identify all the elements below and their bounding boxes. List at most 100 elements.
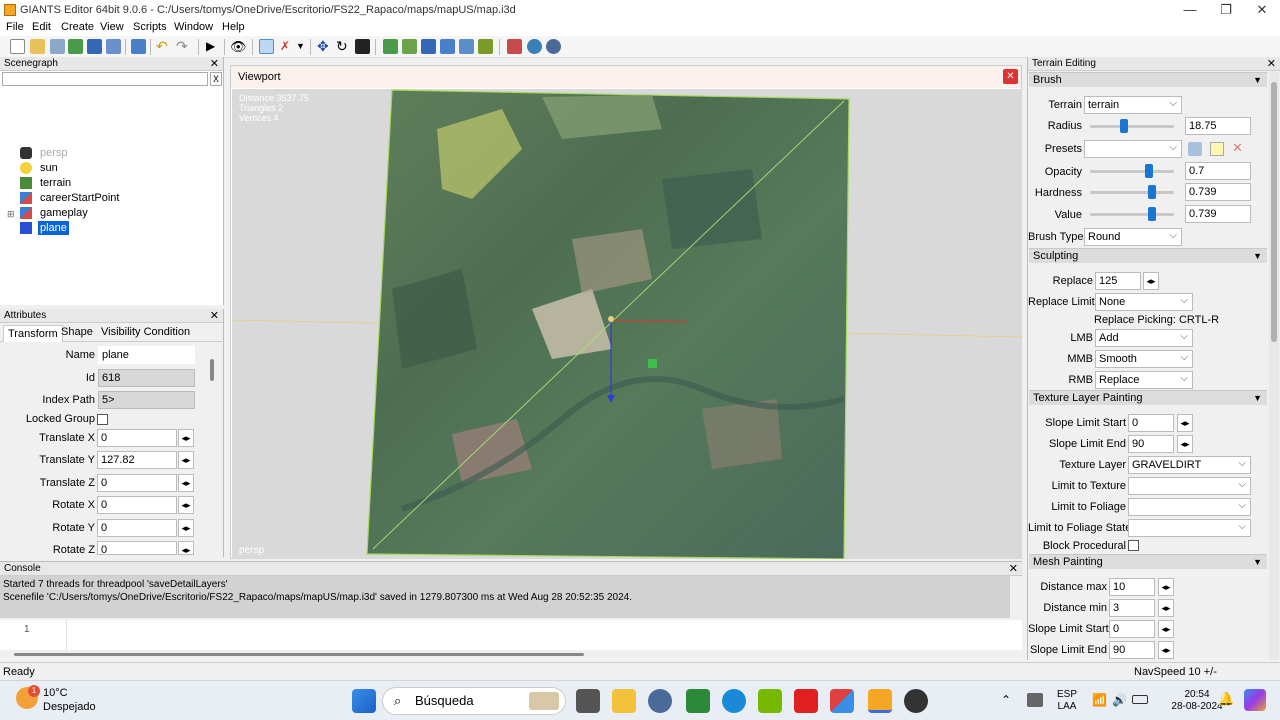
console-scrollbar[interactable] bbox=[14, 653, 584, 656]
menu-file[interactable]: File bbox=[6, 21, 24, 33]
distance-max-input[interactable]: 10 bbox=[1109, 578, 1155, 596]
slope-end-stepper[interactable]: ◂▸ bbox=[1177, 435, 1193, 453]
terrain-sculpt-icon[interactable] bbox=[383, 39, 398, 54]
value-slider-thumb[interactable] bbox=[1148, 207, 1157, 221]
viewport-3d[interactable]: Distance 3537.75 Triangles 2 Vertices 4 … bbox=[232, 89, 1022, 559]
new-preset-icon[interactable] bbox=[1210, 142, 1224, 156]
replace-limit-select[interactable]: None bbox=[1095, 293, 1193, 311]
volume-icon[interactable]: 🔊 bbox=[1112, 693, 1127, 707]
xbox-icon[interactable] bbox=[686, 689, 710, 713]
edit-file-icon[interactable] bbox=[50, 39, 65, 54]
chevron-down-icon[interactable]: ▼ bbox=[296, 39, 311, 54]
locked-group-checkbox[interactable] bbox=[97, 414, 108, 425]
mesh-slope-end-stepper[interactable]: ◂▸ bbox=[1158, 641, 1174, 659]
tab-visibility-condition[interactable]: Visibility Condition bbox=[101, 326, 190, 338]
lmb-select[interactable]: Add bbox=[1095, 329, 1193, 347]
scale-icon[interactable] bbox=[355, 39, 370, 54]
decal-paint-icon[interactable] bbox=[459, 39, 474, 54]
translate-z-stepper[interactable]: ◂▸ bbox=[178, 474, 194, 492]
slope-start-stepper[interactable]: ◂▸ bbox=[1177, 414, 1193, 432]
delete-preset-icon[interactable]: ✕ bbox=[1232, 140, 1243, 156]
close-icon[interactable]: ✕ bbox=[1267, 57, 1276, 71]
settings-gear-icon[interactable] bbox=[648, 689, 672, 713]
weather-desc[interactable]: Despejado bbox=[43, 701, 96, 713]
rmb-select[interactable]: Replace bbox=[1095, 371, 1193, 389]
limit-foliage-state-select[interactable] bbox=[1128, 519, 1251, 537]
redo-icon[interactable]: ↷ bbox=[176, 39, 191, 54]
undo-icon[interactable]: ↶ bbox=[156, 39, 171, 54]
radius-input[interactable]: 18.75 bbox=[1185, 117, 1251, 135]
close-icon[interactable]: ✕ bbox=[210, 57, 219, 71]
rotate-icon[interactable]: ↻ bbox=[336, 39, 351, 54]
close-icon[interactable]: ✕ bbox=[210, 309, 219, 323]
translate-y-stepper[interactable]: ◂▸ bbox=[178, 451, 194, 469]
gizmo-center-handle[interactable] bbox=[648, 359, 657, 368]
distance-max-stepper[interactable]: ◂▸ bbox=[1158, 578, 1174, 596]
mesh-slope-start-input[interactable]: 0 bbox=[1109, 620, 1155, 638]
close-icon[interactable]: ✕ bbox=[1003, 69, 1018, 84]
menu-create[interactable]: Create bbox=[61, 21, 94, 33]
texture-painting-section-header[interactable]: Texture Layer Painting ▼ bbox=[1029, 390, 1267, 405]
start-windows-icon[interactable] bbox=[352, 689, 376, 713]
sculpting-section-header[interactable]: Sculpting ▼ bbox=[1029, 248, 1267, 263]
translate-y-input[interactable]: 127.82 bbox=[97, 451, 177, 469]
task-view-icon[interactable] bbox=[576, 689, 600, 713]
opacity-slider-thumb[interactable] bbox=[1144, 164, 1153, 178]
menu-edit[interactable]: Edit bbox=[32, 21, 51, 33]
open-file-icon[interactable] bbox=[30, 39, 45, 54]
terrain-panel-scrollbar[interactable] bbox=[1269, 72, 1279, 660]
select-mode-icon[interactable] bbox=[259, 39, 274, 54]
save-preset-icon[interactable] bbox=[1188, 142, 1202, 156]
nvidia-icon[interactable] bbox=[758, 689, 782, 713]
globe-icon[interactable] bbox=[546, 39, 561, 54]
copilot-icon[interactable] bbox=[1244, 689, 1266, 711]
limit-texture-select[interactable] bbox=[1128, 477, 1251, 495]
radius-slider[interactable] bbox=[1090, 125, 1174, 128]
tray-app-icon[interactable] bbox=[1027, 693, 1043, 707]
edge-browser-icon[interactable] bbox=[722, 689, 746, 713]
tab-transform[interactable]: Transform bbox=[3, 325, 63, 342]
opacity-input[interactable]: 0.7 bbox=[1185, 162, 1251, 180]
brush-type-select[interactable]: Round bbox=[1084, 228, 1182, 246]
rotate-y-input[interactable]: 0 bbox=[97, 519, 177, 537]
hardness-slider-thumb[interactable] bbox=[1148, 185, 1157, 199]
reload-icon[interactable] bbox=[68, 39, 83, 54]
rotate-x-stepper[interactable]: ◂▸ bbox=[178, 496, 194, 514]
foliage-paint-icon[interactable] bbox=[421, 39, 436, 54]
close-icon[interactable]: ✕ bbox=[1009, 562, 1018, 576]
file-explorer-icon[interactable] bbox=[612, 689, 636, 713]
scenegraph-search-input[interactable] bbox=[2, 72, 208, 86]
translate-z-input[interactable]: 0 bbox=[97, 474, 177, 492]
import-icon[interactable] bbox=[131, 39, 146, 54]
settings-gear-icon[interactable] bbox=[527, 39, 542, 54]
mmb-select[interactable]: Smooth bbox=[1095, 350, 1193, 368]
battery-icon[interactable] bbox=[1132, 695, 1148, 704]
spline-icon[interactable] bbox=[507, 39, 522, 54]
input-language[interactable]: ESP LAA bbox=[1054, 689, 1080, 713]
tree-icon[interactable] bbox=[478, 39, 493, 54]
translate-x-stepper[interactable]: ◂▸ bbox=[178, 429, 194, 447]
mesh-paint-icon[interactable] bbox=[440, 39, 455, 54]
expand-icon[interactable]: ⊞ bbox=[7, 209, 15, 220]
winrar-icon[interactable] bbox=[830, 689, 854, 713]
chevron-up-icon[interactable]: ⌃ bbox=[1001, 693, 1011, 707]
wifi-icon[interactable]: 📶 bbox=[1092, 693, 1107, 707]
menu-help[interactable]: Help bbox=[222, 21, 245, 33]
presets-select[interactable] bbox=[1084, 140, 1182, 158]
youtube-icon[interactable] bbox=[794, 689, 818, 713]
value-input[interactable]: 0.739 bbox=[1185, 205, 1251, 223]
clear-search-button[interactable]: X bbox=[210, 72, 222, 86]
menu-view[interactable]: View bbox=[100, 21, 124, 33]
console-script-input[interactable]: 1 bbox=[0, 620, 1022, 650]
block-procedural-checkbox[interactable] bbox=[1128, 540, 1139, 551]
mesh-slope-end-input[interactable]: 90 bbox=[1109, 641, 1155, 659]
save-icon[interactable] bbox=[87, 39, 102, 54]
maximize-button[interactable]: ❐ bbox=[1208, 0, 1244, 20]
close-window-button[interactable]: ✕ bbox=[1244, 0, 1280, 20]
giants-editor-icon[interactable] bbox=[868, 689, 892, 713]
tab-shape[interactable]: Shape bbox=[61, 326, 93, 338]
menu-window[interactable]: Window bbox=[174, 21, 213, 33]
move-icon[interactable]: ✥ bbox=[317, 39, 332, 54]
slope-end-input[interactable]: 90 bbox=[1128, 435, 1174, 453]
distance-min-input[interactable]: 3 bbox=[1109, 599, 1155, 617]
